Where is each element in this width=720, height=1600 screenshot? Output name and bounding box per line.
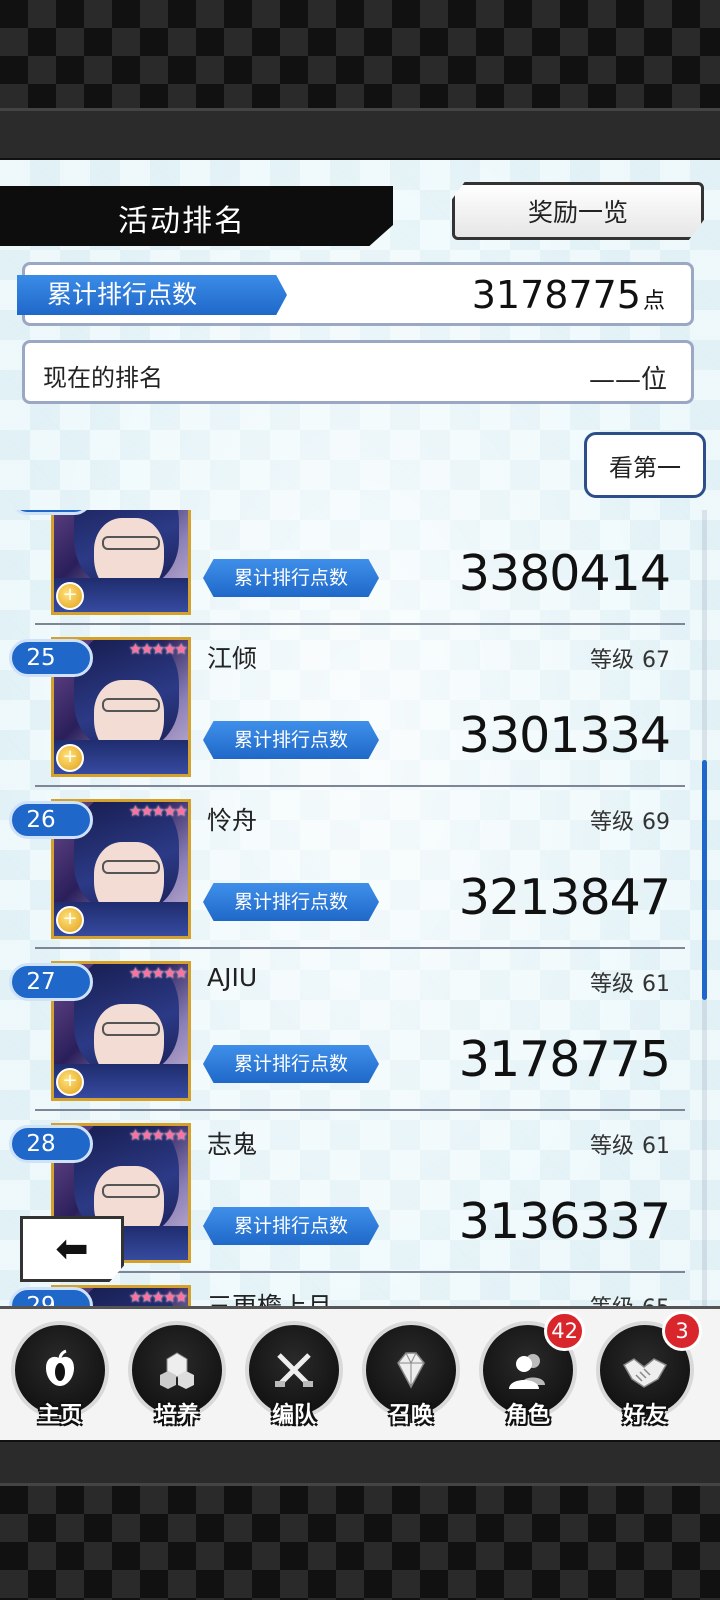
nav-label: 培养 (154, 1403, 199, 1428)
attribute-icon: + (56, 744, 84, 772)
attribute-icon: + (56, 582, 84, 610)
total-points-value: 3178775点 (471, 273, 665, 317)
notification-badge: 42 (544, 1311, 585, 1351)
ranking-list[interactable]: ★★★★★+24等级累计排行点数3380414★★★★★+25江倾等级67累计排… (0, 510, 720, 1440)
nav-label: 主页 (37, 1403, 82, 1428)
player-level: 等级 61 (590, 1128, 670, 1160)
total-points-box: 累计排行点数 3178775点 (17, 262, 694, 326)
level-value: 67 (642, 648, 670, 673)
rarity-stars: ★★★★★ (128, 802, 188, 820)
ranking-row[interactable]: ★★★★★ +25 江倾 等级 67 累计排行点数 3301334 (0, 625, 720, 787)
nav-label: 编队 (271, 1403, 316, 1428)
current-rank-label: 现在的排名 (43, 364, 163, 392)
player-points: 3213847 (458, 869, 671, 926)
ranking-row[interactable]: ★★★★★ +26 怜舟 等级 69 累计排行点数 3213847 (0, 787, 720, 949)
points-unit: 点 (642, 289, 665, 314)
arrow-left-icon: ⬅ (55, 1226, 89, 1272)
player-points: 3136337 (458, 1193, 671, 1250)
level-value: 61 (642, 972, 670, 997)
ranking-row[interactable]: ★★★★★ +27 AJIU 等级 61 累计排行点数 3178775 (0, 949, 720, 1111)
rarity-stars: ★★★★★ (128, 1288, 188, 1306)
nav-item-5[interactable]: 好友 3 (590, 1311, 702, 1437)
player-level: 等级 (618, 510, 670, 512)
event-ranking-panel: 活动排名 奖励一览 累计排行点数 3178775点 现在的排名 ——位 看第一 … (0, 160, 720, 1440)
rarity-stars: ★★★★★ (128, 640, 188, 658)
bottom-nav: 主页 培养 编队 召唤 角色 42 好友 3 (0, 1306, 720, 1440)
scrollbar-thumb[interactable] (702, 760, 707, 1000)
top-decor-pattern (0, 0, 720, 108)
current-rank-value: ——位 (588, 365, 667, 395)
view-first-button[interactable]: 看第一 (584, 432, 706, 498)
level-label: 等级 (589, 1134, 634, 1159)
player-points: 3301334 (458, 707, 671, 764)
nav-item-0[interactable]: 主页 (5, 1319, 115, 1437)
rank-badge: 25 (9, 639, 93, 677)
player-name: 志鬼 (207, 1130, 258, 1159)
level-label: 等级 (589, 972, 634, 997)
title-banner: 活动排名 (0, 186, 393, 246)
top-bar (0, 108, 720, 160)
attribute-icon: + (56, 1068, 84, 1096)
nav-item-4[interactable]: 角色 42 (473, 1311, 585, 1437)
level-value: 61 (642, 1134, 670, 1159)
rank-badge: 27 (9, 963, 93, 1001)
bottom-decor-pattern (0, 1486, 720, 1600)
back-button[interactable]: ⬅ (20, 1216, 124, 1282)
player-name: 怜舟 (207, 806, 258, 835)
player-name: 江倾 (207, 644, 258, 673)
nav-label: 好友 (622, 1403, 667, 1428)
rarity-stars: ★★★★★ (128, 964, 188, 982)
player-points: 3178775 (458, 1031, 671, 1088)
nav-label: 角色 (505, 1403, 550, 1428)
points-label-pill: 累计排行点数 (203, 721, 379, 759)
page-title: 活动排名 (118, 204, 246, 239)
total-points-label: 累计排行点数 (17, 275, 287, 315)
points-label-pill: 累计排行点数 (203, 1207, 379, 1245)
player-level: 等级 69 (590, 804, 670, 836)
points-label-pill: 累计排行点数 (203, 883, 379, 921)
nav-item-2[interactable]: 编队 (239, 1319, 349, 1437)
player-level: 等级 67 (590, 642, 670, 674)
player-level: 等级 61 (590, 966, 670, 998)
character-portrait[interactable]: ★★★★★+ (51, 510, 191, 615)
points-label-pill: 累计排行点数 (203, 559, 379, 597)
nav-item-1[interactable]: 培养 (122, 1319, 232, 1437)
nav-label: 召唤 (388, 1403, 433, 1428)
rarity-stars: ★★★★★ (128, 1126, 188, 1144)
notification-badge: 3 (662, 1311, 702, 1351)
level-value: 69 (642, 810, 670, 835)
rank-badge: 28 (9, 1125, 93, 1163)
player-name: AJIU (207, 963, 258, 992)
current-rank-box: 现在的排名 ——位 (22, 340, 694, 404)
bottom-bar (0, 1440, 720, 1486)
attribute-icon: + (56, 906, 84, 934)
level-label: 等级 (589, 810, 634, 835)
player-points: 3380414 (458, 545, 671, 602)
points-label-pill: 累计排行点数 (203, 1045, 379, 1083)
rank-badge: 26 (9, 801, 93, 839)
ranking-row[interactable]: ★★★★★+24等级累计排行点数3380414 (0, 510, 720, 625)
level-label: 等级 (589, 648, 634, 673)
reward-list-button[interactable]: 奖励一览 (452, 182, 704, 240)
level-label: 等级 (618, 510, 662, 511)
nav-item-3[interactable]: 召唤 (356, 1319, 466, 1437)
